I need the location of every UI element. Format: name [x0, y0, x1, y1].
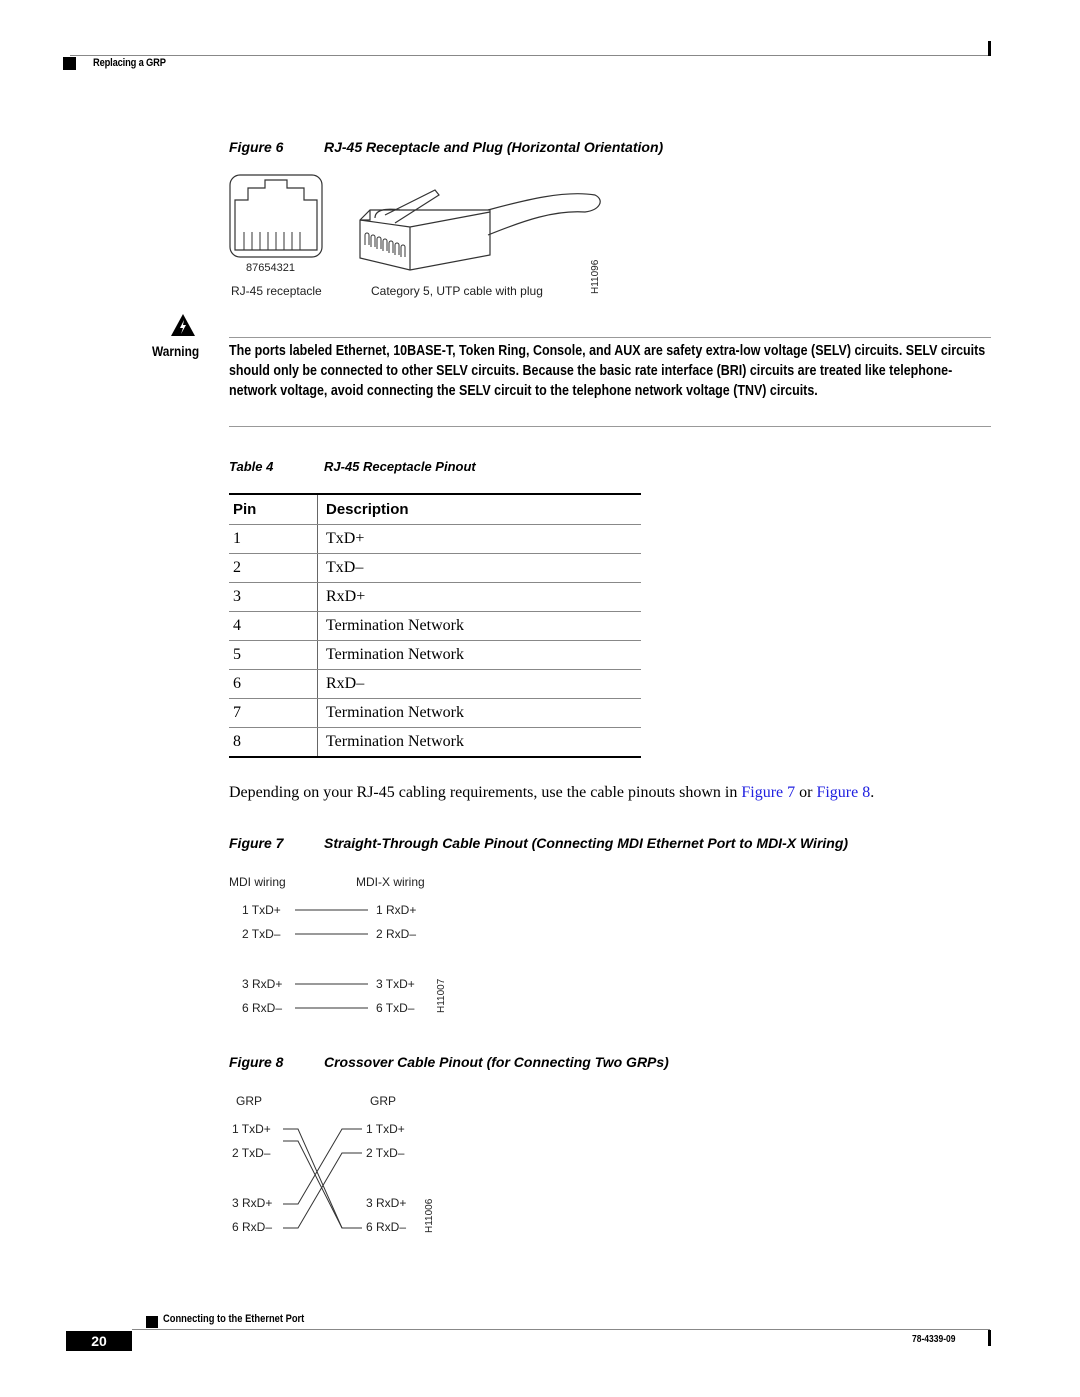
- figure7-title: Straight-Through Cable Pinout (Connectin…: [324, 835, 849, 851]
- table-row: 1 TxD+: [229, 524, 641, 554]
- pin-cell: 6: [229, 669, 318, 699]
- grp-right-pin-label: 2 TxD–: [366, 1146, 405, 1160]
- wire: [283, 1128, 362, 1229]
- grp-left-pin-label: 2 TxD–: [232, 1146, 271, 1160]
- figure8-art-id: H11006: [424, 1198, 435, 1233]
- body-paragraph: Depending on your RJ-45 cabling requirem…: [229, 784, 874, 802]
- grp-right-pin-label: 6 RxD–: [366, 1220, 407, 1234]
- receptacle-label: RJ-45 receptacle: [231, 284, 322, 298]
- header-section-title: Replacing a GRP: [93, 57, 166, 69]
- pin-cell: 8: [229, 727, 318, 758]
- warning-icon: [171, 314, 195, 336]
- table-row: 7 Termination Network: [229, 698, 641, 728]
- pin-cell: 3: [229, 582, 318, 612]
- page-number: 20: [66, 1331, 132, 1351]
- figure8-caption: Figure 8 Crossover Cable Pinout (for Con…: [229, 1054, 1029, 1072]
- grp-right-header: GRP: [370, 1094, 397, 1108]
- grp-right-pin-label: 3 RxD+: [366, 1196, 407, 1210]
- pin-cell: 5: [229, 640, 318, 670]
- footer-section-title: Connecting to the Ethernet Port: [163, 1313, 305, 1325]
- mdix-pin-label: 6 TxD–: [376, 1001, 415, 1015]
- figure8-number: Figure 8: [229, 1054, 284, 1070]
- figure8-title: Crossover Cable Pinout (for Connecting T…: [324, 1054, 669, 1070]
- mdi-pin-label: 3 RxD+: [242, 977, 283, 991]
- table-header-row: Pin Description: [229, 493, 641, 525]
- figure6-caption: Figure 6 RJ-45 Receptacle and Plug (Hori…: [229, 139, 1029, 157]
- table-row: 3 RxD+: [229, 582, 641, 612]
- figure7-link[interactable]: Figure 7: [741, 784, 795, 801]
- mdi-pin-label: 2 TxD–: [242, 927, 281, 941]
- rj45-plug-icon: [359, 189, 601, 271]
- table-row: 4 Termination Network: [229, 611, 641, 641]
- crossover-wires: [283, 1128, 362, 1229]
- description-cell: Termination Network: [317, 698, 641, 728]
- header-change-bar: [988, 41, 991, 56]
- warning-top-rule: [229, 337, 991, 338]
- footer-change-bar: [988, 1330, 991, 1346]
- table-row: 5 Termination Network: [229, 640, 641, 670]
- pin-cell: 1: [229, 524, 318, 554]
- description-cell: Termination Network: [317, 640, 641, 670]
- grp-left-pin-label: 1 TxD+: [232, 1122, 271, 1136]
- figure7-number: Figure 7: [229, 835, 284, 851]
- figure6-title: RJ-45 Receptacle and Plug (Horizontal Or…: [324, 139, 664, 155]
- warning-text: The ports labeled Ethernet, 10BASE-T, To…: [229, 343, 986, 399]
- pin-cell: 2: [229, 553, 318, 583]
- footer-marker: [146, 1316, 158, 1328]
- description-cell: RxD–: [317, 669, 641, 699]
- column-header-description: Description: [317, 493, 641, 525]
- warning-bottom-rule: [229, 426, 991, 427]
- figure6-number: Figure 6: [229, 139, 284, 155]
- table-row: 2 TxD–: [229, 553, 641, 583]
- mdi-wiring-header: MDI wiring: [229, 875, 286, 889]
- figure7-art-id: H11007: [436, 978, 447, 1013]
- description-cell: Termination Network: [317, 611, 641, 641]
- grp-left-pin-label: 6 RxD–: [232, 1220, 273, 1234]
- paragraph-text-middle: or: [795, 784, 817, 801]
- mdi-pin-label: 1 TxD+: [242, 903, 281, 917]
- figure7-caption: Figure 7 Straight-Through Cable Pinout (…: [229, 835, 1049, 853]
- paragraph-text-after: .: [870, 784, 875, 801]
- column-header-pin: Pin: [229, 493, 318, 525]
- figure8-link[interactable]: Figure 8: [816, 784, 870, 801]
- footer-rule: [132, 1329, 990, 1330]
- description-cell: RxD+: [317, 582, 641, 612]
- rj45-receptacle-icon: [229, 174, 323, 258]
- receptacle-pin-numbers: 87654321: [246, 262, 295, 274]
- rj45-illustration: [229, 174, 601, 271]
- header-marker: [63, 57, 76, 70]
- grp-right-pin-label: 1 TxD+: [366, 1122, 405, 1136]
- document-number: 78-4339-09: [912, 1334, 956, 1345]
- pin-cell: 4: [229, 611, 318, 641]
- mdi-pin-label: 6 RxD–: [242, 1001, 283, 1015]
- mdix-pin-label: 1 RxD+: [376, 903, 417, 917]
- header-rule: [70, 55, 990, 56]
- grp-left-pin-label: 3 RxD+: [232, 1196, 273, 1210]
- pin-cell: 7: [229, 698, 318, 728]
- warning-label: Warning: [152, 343, 200, 359]
- table4-number: Table 4: [229, 459, 274, 474]
- mdix-pin-label: 3 TxD+: [376, 977, 415, 991]
- description-cell: TxD+: [317, 524, 641, 554]
- description-cell: TxD–: [317, 553, 641, 583]
- plug-label: Category 5, UTP cable with plug: [371, 284, 543, 298]
- mdix-pin-label: 2 RxD–: [376, 927, 417, 941]
- table4-caption: Table 4 RJ-45 Receptacle Pinout: [229, 459, 829, 477]
- grp-left-header: GRP: [236, 1094, 263, 1108]
- paragraph-text-before: Depending on your RJ-45 cabling requirem…: [229, 784, 742, 801]
- wire: [283, 1128, 362, 1205]
- figure6-art-id: H11096: [590, 259, 601, 294]
- table4-title: RJ-45 Receptacle Pinout: [324, 459, 476, 474]
- mdix-wiring-header: MDI-X wiring: [356, 875, 425, 889]
- pinout-table: Pin Description 1 TxD+ 2 TxD– 3 RxD+ 4 Termi…: [229, 493, 641, 758]
- table-row: 8 Termination Network: [229, 727, 641, 758]
- table-row: 6 RxD–: [229, 669, 641, 699]
- description-cell: Termination Network: [317, 727, 641, 758]
- straight-through-wires: [295, 909, 368, 1009]
